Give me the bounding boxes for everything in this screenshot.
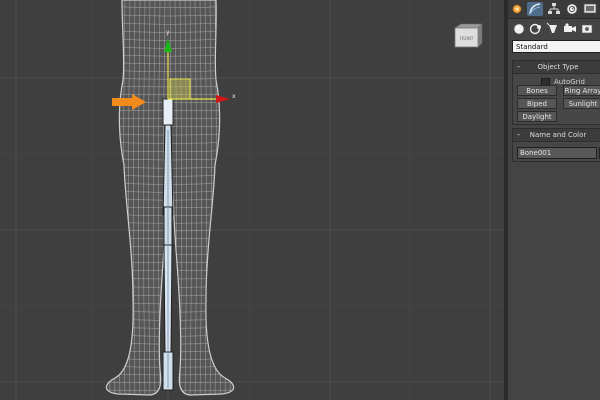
hierarchy-icon — [548, 3, 560, 14]
wireframe-edge — [99, 0, 101, 400]
name-and-color-rollout: - Name and Color Bone001 — [512, 128, 600, 162]
wireframe-edge — [235, 0, 237, 400]
viewcube-label: FRONT — [460, 36, 474, 41]
cameras-icon — [564, 23, 576, 32]
front-viewport[interactable]: x y FRONT — [0, 0, 508, 400]
modify-arc-icon — [529, 3, 541, 15]
viewport-canvas[interactable]: x y FRONT — [0, 0, 508, 400]
helpers-icon — [581, 24, 593, 34]
lights-icon — [546, 22, 557, 33]
gizmo-xy-plane[interactable] — [169, 78, 191, 100]
geometry-sphere-icon — [513, 23, 525, 35]
motion-tab[interactable] — [564, 2, 580, 16]
viewport-grid — [0, 0, 504, 400]
hierarchy-tab[interactable] — [546, 2, 562, 16]
biped-button[interactable]: Biped — [517, 98, 557, 109]
viewcube[interactable]: FRONT — [454, 23, 483, 48]
bone-chain[interactable] — [162, 98, 174, 391]
wireframe-edge — [118, 0, 121, 395]
wireframe-edge — [229, 0, 232, 395]
object-type-rollout-header[interactable]: - Object Type — [513, 61, 600, 74]
wireframe-edge — [113, 0, 116, 395]
motion-icon — [566, 3, 578, 15]
rollout-collapse-icon: - — [517, 130, 520, 139]
gizmo-x-arrowhead[interactable] — [216, 95, 230, 103]
object-type-rollout: - Object Type AutoGrid Bones Ring Array … — [512, 60, 600, 125]
viewport-grid-minor — [0, 0, 504, 400]
wireframe-edge — [219, 0, 222, 395]
modify-tab[interactable] — [527, 2, 543, 16]
geometry-button[interactable] — [512, 22, 526, 36]
wireframe-edge — [224, 0, 227, 395]
sunlight-button[interactable]: Sunlight — [563, 98, 600, 109]
command-panel: Standard - Object Type AutoGrid Bones Ri… — [508, 0, 600, 400]
name-and-color-rollout-header[interactable]: - Name and Color — [513, 129, 600, 142]
helpers-button[interactable] — [580, 22, 594, 36]
rollout-collapse-icon: - — [517, 62, 520, 71]
sun-icon — [512, 4, 522, 14]
bones-button[interactable]: Bones — [517, 85, 557, 96]
shapes-icon — [529, 23, 541, 35]
lights-button[interactable] — [546, 22, 560, 36]
wireframe-edge — [108, 0, 111, 395]
object-name-field[interactable]: Bone001 — [517, 147, 597, 159]
display-icon — [583, 3, 597, 14]
create-tab[interactable] — [510, 2, 526, 16]
cameras-button[interactable] — [563, 22, 577, 36]
app-window: x y FRONT Standard - Object Type AutoGri… — [0, 0, 600, 400]
wireframe-edge — [240, 0, 242, 400]
gizmo-x-label: x — [232, 93, 236, 100]
name-and-color-title: Name and Color — [529, 131, 587, 139]
wireframe-edge — [104, 0, 106, 400]
gizmo-y-label: y — [166, 29, 170, 36]
ring-array-button[interactable]: Ring Array — [563, 85, 600, 96]
create-category-bar — [508, 20, 600, 38]
command-panel-tabs — [508, 0, 600, 19]
category-dropdown[interactable]: Standard — [512, 40, 600, 53]
object-type-title: Object Type — [537, 63, 579, 71]
bone-root[interactable] — [162, 98, 174, 126]
display-tab[interactable] — [582, 2, 598, 16]
daylight-button[interactable]: Daylight — [517, 111, 557, 122]
shapes-button[interactable] — [529, 22, 543, 36]
